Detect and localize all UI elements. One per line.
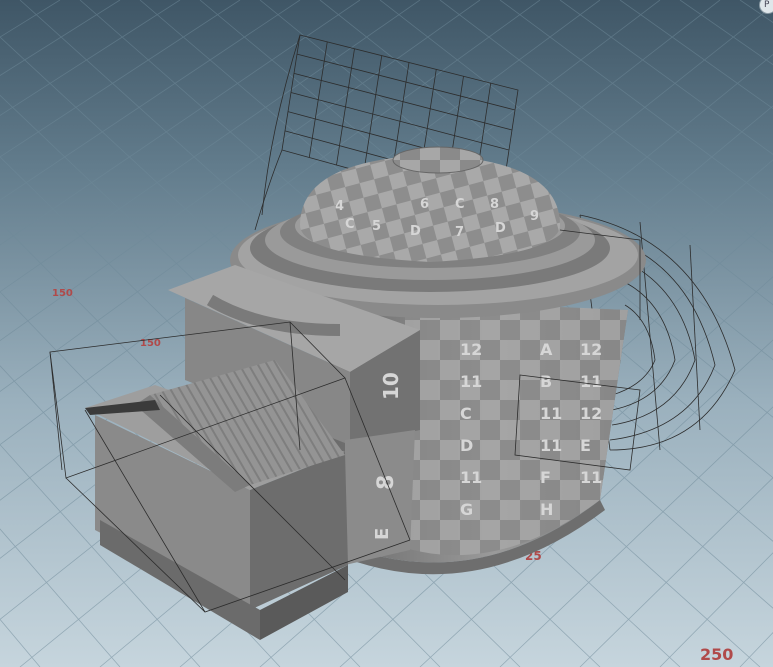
- tower-label: C: [460, 404, 472, 423]
- front-wall[interactable]: 8 E: [345, 430, 415, 565]
- tower-label: A: [540, 340, 553, 359]
- tower-label: B: [540, 372, 552, 391]
- tower-label: H: [540, 500, 553, 519]
- dome-label: 7: [455, 225, 464, 240]
- dome-label: D: [410, 224, 421, 239]
- dome-label: 9: [530, 209, 539, 224]
- tower-label: G: [460, 500, 473, 519]
- dome-label: 4: [335, 199, 344, 214]
- dome-label: 5: [372, 219, 381, 234]
- dome-label: 8: [490, 197, 499, 212]
- tower-label: 12: [580, 404, 602, 423]
- tower-label: 11: [540, 436, 562, 455]
- tower-label: 12: [460, 340, 482, 359]
- dome-label: 6: [420, 197, 429, 212]
- tower-label: 11: [460, 372, 482, 391]
- tower-label: D: [460, 436, 473, 455]
- tower-label: 11: [580, 372, 602, 391]
- dome-label: D: [495, 221, 506, 236]
- dome-label: C: [455, 197, 465, 212]
- tower-label: F: [540, 468, 551, 487]
- wall-label: 10: [379, 372, 403, 400]
- tower-label: 11: [580, 468, 602, 487]
- grid-label: 150: [52, 288, 73, 299]
- scene-canvas[interactable]: 150 150 25 250 12 A 1211 B 11C 11 12D 11 E11 F 11G…: [0, 0, 773, 667]
- tower-label: 12: [580, 340, 602, 359]
- tower-label: E: [580, 436, 591, 455]
- tower-label: 11: [460, 468, 482, 487]
- grid-label: 250: [700, 645, 733, 664]
- wall-label: E: [372, 528, 393, 540]
- 3d-viewport[interactable]: 150 150 25 250 12 A 12 11 B 11 C 11 12 D 11 E 11 F 11 G…: [0, 0, 773, 667]
- dome-label: C: [345, 217, 355, 232]
- tower-label: 11: [540, 404, 562, 423]
